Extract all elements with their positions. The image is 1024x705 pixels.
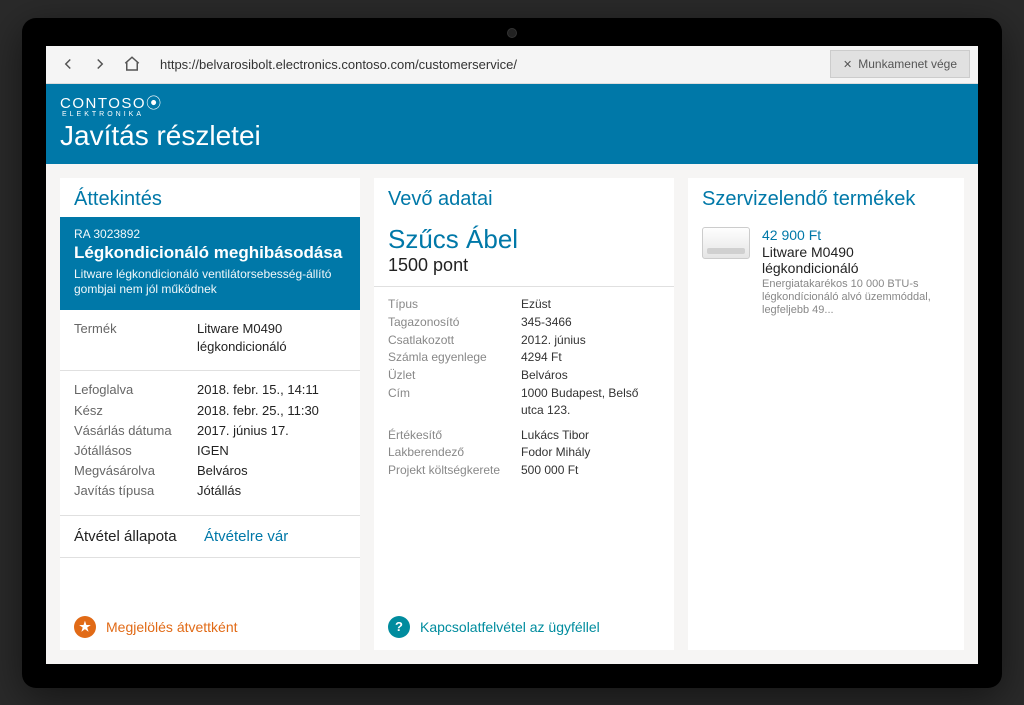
contact-customer-label: Kapcsolatfelvétel az ügyféllel <box>420 619 600 635</box>
page-header: CONTOSO⦿ ELEKTRONIKA Javítás részletei <box>46 84 978 164</box>
forward-button[interactable] <box>86 50 114 78</box>
overview-row: Megvásárolva Belváros <box>74 462 346 480</box>
overview-row: Vásárlás dátuma 2017. június 17. <box>74 422 346 440</box>
products-title: Szervizelendő termékek <box>688 178 964 217</box>
overview-row-label: Megvásárolva <box>74 462 189 480</box>
customer-row-label: Számla egyenlege <box>388 349 513 366</box>
customer-row: Számla egyenlege 4294 Ft <box>388 349 660 366</box>
address-bar[interactable]: https://belvarosibolt.electronics.contos… <box>160 57 816 72</box>
customer-row: Típus Ezüst <box>388 296 660 313</box>
overview-details: Lefoglalva 2018. febr. 15., 14:11 Kész 2018… <box>60 371 360 515</box>
customer-details: TípusEzüstTagazonosító345-3466Csatlakozo… <box>374 287 674 492</box>
overview-row-value: 2018. febr. 25., 11:30 <box>197 402 346 420</box>
home-button[interactable] <box>118 50 146 78</box>
customer-row-value: Fodor Mihály <box>521 444 660 461</box>
back-button[interactable] <box>54 50 82 78</box>
customer-row-label: Projekt költségkerete <box>388 462 513 479</box>
product-label: Termék <box>74 320 189 356</box>
customer-row: Csatlakozott 2012. június <box>388 332 660 349</box>
overview-row: Jótállásos IGEN <box>74 442 346 460</box>
product-item[interactable]: 42 900 Ft Litware M0490 légkondicionáló … <box>688 217 964 328</box>
ra-number: RA 3023892 <box>74 227 346 241</box>
customer-header: Szűcs Ábel 1500 pont <box>374 217 674 288</box>
pickup-status-label: Átvétel állapota <box>74 528 204 545</box>
customer-row-value: Ezüst <box>521 296 660 313</box>
end-session-label: Munkamenet vége <box>858 57 957 71</box>
pickup-status-value: Átvételre vár <box>204 528 288 545</box>
overview-row-label: Jótállásos <box>74 442 189 460</box>
customer-points: 1500 pont <box>388 255 660 276</box>
overview-row: Javítás típusa Jótállás <box>74 482 346 500</box>
customer-row-value: Belváros <box>521 367 660 384</box>
overview-row-value: Belváros <box>197 462 346 480</box>
overview-row-value: 2017. június 17. <box>197 422 346 440</box>
star-icon: ★ <box>74 616 96 638</box>
customer-row: Lakberendező Fodor Mihály <box>388 444 660 461</box>
customer-title: Vevő adatai <box>374 178 674 217</box>
customer-name: Szűcs Ábel <box>388 225 660 254</box>
customer-row-value: 500 000 Ft <box>521 462 660 479</box>
customer-row-label: Üzlet <box>388 367 513 384</box>
mark-picked-up-label: Megjelölés átvettként <box>106 619 238 635</box>
customer-row-label: Típus <box>388 296 513 313</box>
customer-row-label: Csatlakozott <box>388 332 513 349</box>
customer-row-label: Lakberendező <box>388 444 513 461</box>
device-camera <box>507 28 517 38</box>
mark-picked-up-button[interactable]: ★ Megjelölés átvettként <box>60 604 360 650</box>
customer-row: Tagazonosító 345-3466 <box>388 314 660 331</box>
customer-row-value: 345-3466 <box>521 314 660 331</box>
customer-row-value: Lukács Tibor <box>521 427 660 444</box>
pickup-status-row: Átvétel állapota Átvételre vár <box>60 516 360 558</box>
overview-product-block: Termék Litware M0490 légkondicionáló <box>60 310 360 371</box>
overview-issue-card[interactable]: RA 3023892 Légkondicionáló meghibásodása… <box>60 217 360 311</box>
overview-row-value: 2018. febr. 15., 14:11 <box>197 381 346 399</box>
customer-row-label: Cím <box>388 385 513 419</box>
overview-title: Áttekintés <box>60 178 360 217</box>
products-panel: Szervizelendő termékek 42 900 Ft Litware… <box>688 178 964 650</box>
contact-customer-button[interactable]: ? Kapcsolatfelvétel az ügyféllel <box>374 604 674 650</box>
overview-row: Kész 2018. febr. 25., 11:30 <box>74 402 346 420</box>
customer-row: Értékesítő Lukács Tibor <box>388 427 660 444</box>
end-session-button[interactable]: Munkamenet vége <box>830 50 970 78</box>
brand-logo: CONTOSO⦿ ELEKTRONIKA <box>60 92 964 118</box>
overview-row-label: Kész <box>74 402 189 420</box>
issue-title: Légkondicionáló meghibásodása <box>74 243 346 263</box>
overview-row-label: Vásárlás dátuma <box>74 422 189 440</box>
customer-row-label: Tagazonosító <box>388 314 513 331</box>
product-name: Litware M0490 légkondicionáló <box>762 244 950 276</box>
overview-row-value: IGEN <box>197 442 346 460</box>
contact-icon: ? <box>388 616 410 638</box>
customer-row: Üzlet Belváros <box>388 367 660 384</box>
customer-row-value: 1000 Budapest, Belső utca 123. <box>521 385 660 419</box>
overview-row-label: Javítás típusa <box>74 482 189 500</box>
product-description: Energiatakarékos 10 000 BTU-s légkondíci… <box>762 278 950 318</box>
customer-row-label: Értékesítő <box>388 427 513 444</box>
customer-row: Projekt költségkerete 500 000 Ft <box>388 462 660 479</box>
customer-row-value: 4294 Ft <box>521 349 660 366</box>
overview-panel: Áttekintés RA 3023892 Légkondicionáló me… <box>60 178 360 650</box>
product-price: 42 900 Ft <box>762 227 950 243</box>
browser-chrome: https://belvarosibolt.electronics.contos… <box>46 46 978 84</box>
issue-description: Litware légkondicionáló ventilátorsebess… <box>74 267 346 298</box>
overview-row: Lefoglalva 2018. febr. 15., 14:11 <box>74 381 346 399</box>
customer-row: Cím1000 Budapest, Belső utca 123. <box>388 385 660 419</box>
overview-row-value: Jótállás <box>197 482 346 500</box>
page-title: Javítás részletei <box>60 120 964 152</box>
customer-panel: Vevő adatai Szűcs Ábel 1500 pont Típus Ez… <box>374 178 674 650</box>
customer-row-value: 2012. június <box>521 332 660 349</box>
overview-row-label: Lefoglalva <box>74 381 189 399</box>
product-value: Litware M0490 légkondicionáló <box>197 320 346 356</box>
product-image <box>702 227 750 259</box>
